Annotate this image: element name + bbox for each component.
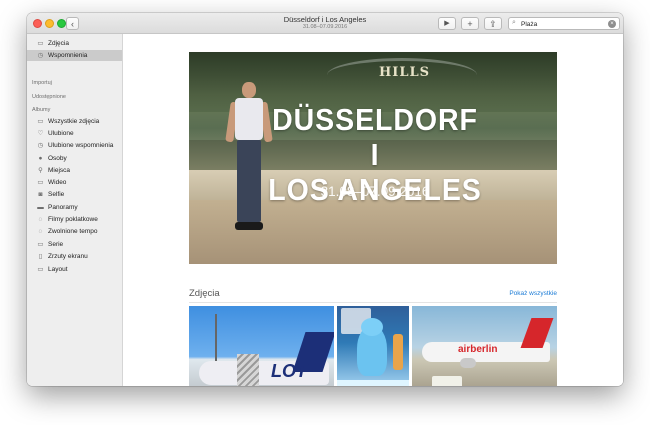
thumb-trainer (393, 334, 403, 370)
sidebar-item-memories[interactable]: ◷ Wspomnienia (27, 50, 122, 61)
thumb-base (337, 380, 409, 386)
person-icon: ● (38, 155, 43, 162)
share-icon: ⇪ (489, 19, 497, 29)
person-legs (237, 140, 261, 222)
photos-icon: ▭ (37, 40, 44, 47)
plus-icon: + (467, 19, 473, 29)
memory-hero-image[interactable]: HILLS DÜSSELDORF I LOS ANGELES 31.08–07.… (189, 52, 557, 264)
sidebar-item-label: Zdjęcia (48, 40, 69, 47)
sidebar-item-label: Panoramy (48, 204, 78, 211)
heart-icon: ♡ (37, 130, 44, 137)
sidebar-item-label: Wspomnienia (48, 52, 88, 59)
back-button[interactable]: ‹ (66, 17, 79, 30)
sidebar-item-layout[interactable]: ▭ Layout (27, 264, 122, 275)
sidebar-item-favorites[interactable]: ♡ Ulubione (27, 128, 122, 139)
sidebar-item-label: Wideo (48, 179, 67, 186)
play-slideshow-button[interactable]: ▶ (438, 17, 456, 30)
search-icon: ⌕ (512, 19, 516, 26)
sidebar-item-label: Ulubione wspomnienia (48, 142, 114, 149)
sidebar-item-label: Ulubione (48, 130, 74, 137)
memory-title-line: DÜSSELDORF I (272, 102, 478, 172)
sidebar: ▭ Zdjęcia ◷ Wspomnienia Importuj Udostęp… (27, 34, 123, 386)
sidebar-item-label: Wszystkie zdjęcia (48, 118, 100, 125)
memories-icon: ◷ (37, 142, 44, 149)
person-head (242, 82, 256, 98)
slow-motion-icon: ◌ (38, 228, 43, 235)
sidebar-item-places[interactable]: ⚲ Miejsca (27, 165, 122, 176)
thumb-plane-engine (460, 358, 476, 368)
sidebar-item-all-photos[interactable]: ▭ Wszystkie zdjęcia (27, 116, 122, 127)
search-input[interactable] (521, 18, 605, 30)
minimize-window-button[interactable] (45, 19, 54, 28)
sidebar-item-label: Zwolnione tempo (48, 228, 98, 235)
panorama-icon: ▬ (37, 204, 44, 211)
thumb-stairs (237, 354, 259, 386)
photos-section-title: Zdjęcia (189, 288, 220, 299)
person-shoes (235, 222, 263, 230)
close-window-button[interactable] (33, 19, 42, 28)
sidebar-section-shared[interactable]: Udostępnione (32, 93, 66, 101)
photo-thumbnail[interactable]: LOT (189, 306, 334, 386)
sidebar-item-label: Layout (48, 266, 68, 273)
burst-icon: ▭ (37, 241, 44, 248)
memory-dates: 31.08–07.09.2016 (320, 184, 430, 199)
thumb-plane-logo: LOT (271, 361, 307, 381)
pin-icon: ⚲ (38, 167, 43, 174)
sidebar-item-bursts[interactable]: ▭ Serie (27, 239, 122, 250)
sidebar-item-favorite-memories[interactable]: ◷ Ulubione wspomnienia (27, 140, 122, 151)
album-icon: ▭ (37, 266, 44, 273)
album-icon: ▭ (37, 118, 44, 125)
fullscreen-window-button[interactable] (57, 19, 66, 28)
sidebar-item-label: Serie (48, 241, 64, 248)
person-shirt (235, 98, 263, 140)
sidebar-section-albums: Albumy (32, 107, 51, 113)
add-button[interactable]: + (461, 17, 479, 30)
thumb-van (432, 376, 462, 386)
show-all-link[interactable]: Pokaż wszystkie (473, 290, 557, 297)
thumb-creature-head (361, 318, 383, 336)
camera-icon: ◙ (38, 191, 43, 198)
memories-icon: ◷ (37, 52, 44, 59)
video-icon: ▭ (37, 179, 44, 186)
share-button[interactable]: ⇪ (484, 17, 502, 30)
sidebar-item-slow-motion[interactable]: ◌ Zwolnione tempo (27, 226, 122, 237)
chevron-left-icon: ‹ (71, 19, 74, 29)
sidebar-item-photos[interactable]: ▭ Zdjęcia (27, 38, 122, 49)
sidebar-item-timelapse[interactable]: ◌ Filmy poklatkowe (27, 214, 122, 225)
sidebar-item-selfies[interactable]: ◙ Selfie (27, 189, 122, 200)
timelapse-icon: ◌ (38, 216, 43, 223)
sidebar-item-label: Zrzuty ekranu (48, 253, 88, 260)
sidebar-item-label: Miejsca (48, 167, 71, 174)
phone-icon: ▯ (38, 253, 43, 260)
sidebar-item-label: Filmy poklatkowe (48, 216, 98, 223)
sidebar-item-people[interactable]: ● Osoby (27, 153, 122, 164)
photo-thumbnail[interactable]: airberlin (412, 306, 557, 386)
sidebar-item-label: Selfie (48, 191, 65, 198)
sidebar-item-videos[interactable]: ▭ Wideo (27, 177, 122, 188)
sidebar-item-panoramas[interactable]: ▬ Panoramy (27, 202, 122, 213)
window-title: Düsseldorf i Los Angeles (283, 15, 367, 24)
sidebar-item-label: Osoby (48, 155, 67, 162)
sidebar-section-imported[interactable]: Importuj (32, 79, 52, 87)
window-title-area: Düsseldorf i Los Angeles 31.08–07.09.201… (247, 15, 403, 31)
photos-window: ‹ Düsseldorf i Los Angeles 31.08–07.09.2… (27, 13, 623, 386)
section-divider (189, 302, 557, 303)
thumb-plane-logo: airberlin (458, 344, 498, 355)
hero-sign-text: HILLS (379, 65, 431, 80)
photo-thumbnail[interactable] (337, 306, 409, 386)
search-field[interactable]: ⌕ × (508, 17, 620, 30)
title-bar: ‹ Düsseldorf i Los Angeles 31.08–07.09.2… (27, 13, 623, 34)
main-content: HILLS DÜSSELDORF I LOS ANGELES 31.08–07.… (123, 34, 623, 386)
window-subtitle: 31.08–07.09.2016 (302, 24, 348, 30)
clear-search-icon[interactable]: × (608, 20, 616, 28)
sidebar-item-screenshots[interactable]: ▯ Zrzuty ekranu (27, 251, 122, 262)
play-icon: ▶ (444, 20, 450, 27)
